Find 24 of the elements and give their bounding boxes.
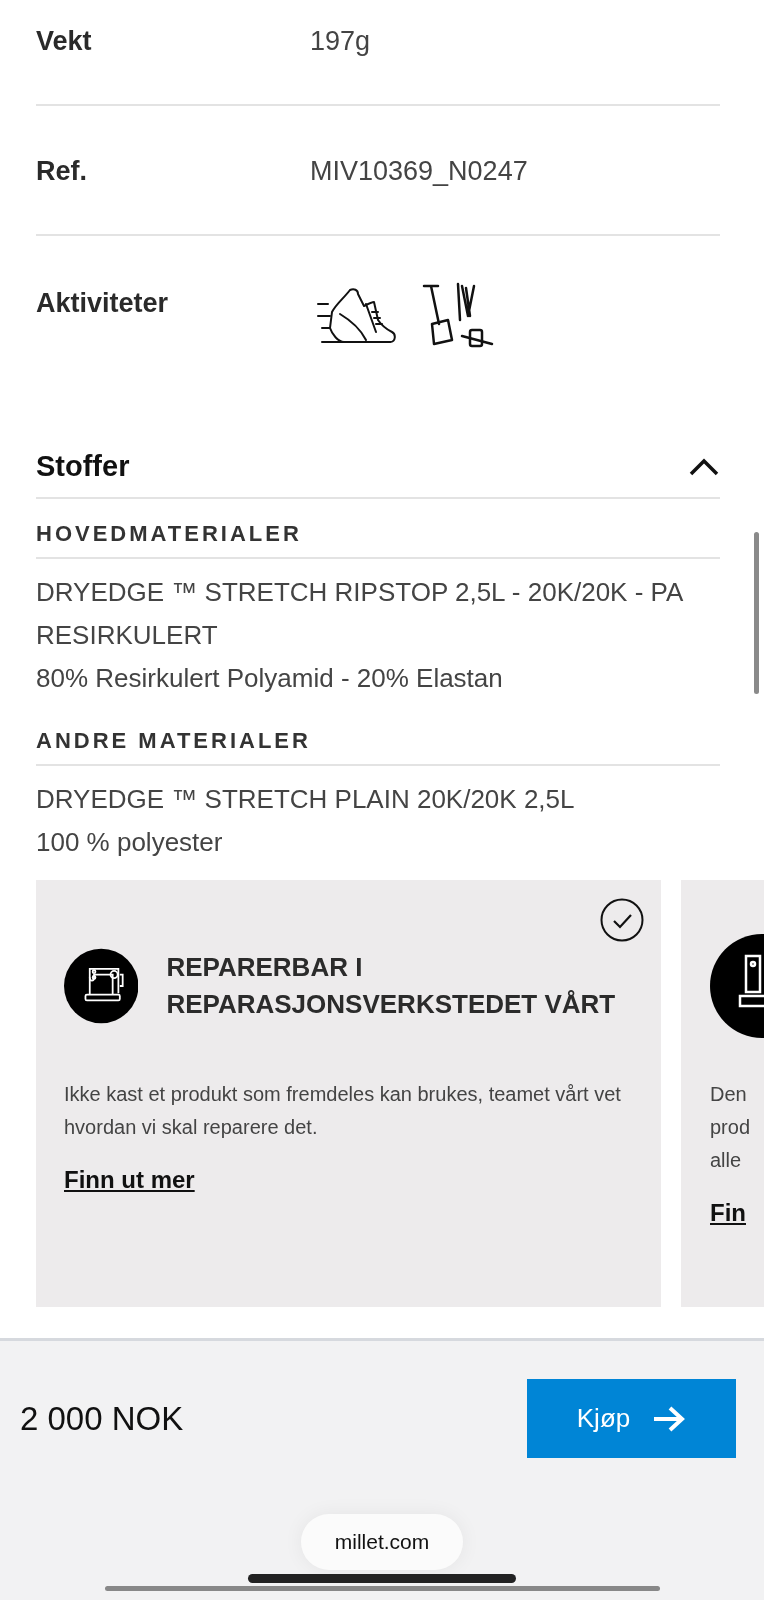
learn-more-link[interactable]: Fin [710,1199,764,1227]
learn-more-link[interactable]: Finn ut mer [64,1166,633,1194]
spec-value: MIV10369_N0247 [310,155,528,188]
material-heading: HOVEDMATERIALER [36,499,720,559]
material-text: DRYEDGE ™ STRETCH PLAIN 20K/20K 2,5L [36,783,576,816]
card-description: Den [710,1082,748,1107]
spec-label: Ref. [36,155,88,188]
material-text: 80% Resirkulert Polyamid - 20% Elastan [36,662,504,695]
spec-label: Aktiviteter [36,287,170,320]
spec-value: 197g [310,25,371,58]
material-text: DRYEDGE ™ STRETCH RIPSTOP 2,5L - 20K/20K - PA RESIRKULERT [36,576,684,652]
material-text: 100 % polyester [36,826,224,859]
chevron-icon[interactable] [688,456,720,477]
arrow-icon [652,1405,687,1432]
buy-button[interactable]: Kjøp [527,1379,736,1458]
card-description: prod [710,1115,752,1140]
card-description: Ikke kast et produkt som fremdeles kan brukes, teamet vårt vet hvordan vi skal reparere det. [64,1082,622,1140]
spec-label: Vekt [36,25,93,58]
card-description: alle [710,1148,743,1173]
card-title: REPARERBAR I REPARASJONSVERKSTEDET VÅRT [166,951,617,1021]
material-heading: ANDRE MATERIALER [36,706,720,766]
price: 2 000 NOK [20,1399,184,1438]
section-title: Stoffer [36,450,130,483]
url-field[interactable]: millet.com [300,1514,464,1570]
